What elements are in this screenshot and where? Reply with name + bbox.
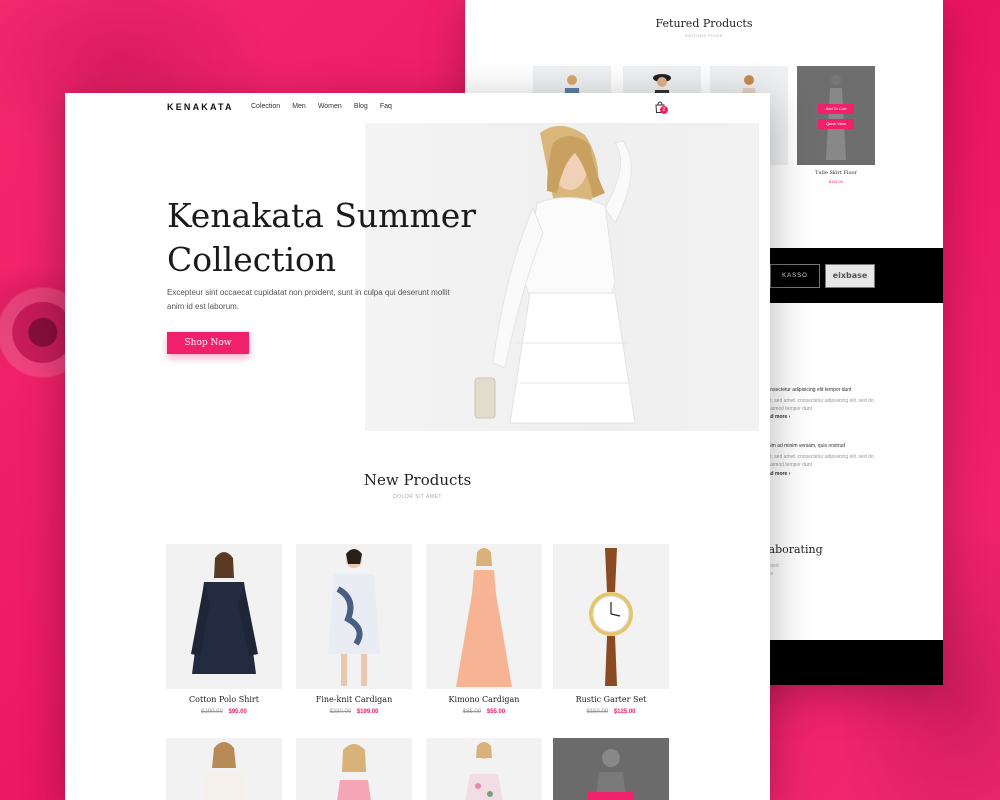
product-name[interactable]: Rustic Garter Set — [553, 695, 669, 704]
gown-illustration — [456, 548, 512, 687]
product-prices: $230.00 $199.00 — [296, 709, 412, 715]
sale-price: $55.00 — [486, 709, 506, 715]
watch-illustration — [589, 548, 633, 686]
product-image-hover[interactable] — [553, 738, 669, 800]
sale-price: $199.00 — [356, 709, 379, 715]
blog-excerpt: elit, sed amet, consectetur adipisicing … — [765, 454, 874, 468]
logo[interactable]: KENAKATA — [167, 102, 234, 112]
old-price: $230.00 — [329, 709, 352, 715]
sale-price: $125.00 — [613, 709, 636, 715]
product-card[interactable]: Kimono Cardigan $85.00 $55.00 — [426, 544, 542, 715]
product-prices: $100.00 $95.00 — [166, 709, 282, 715]
blog-headline[interactable]: consectetur adipisicing elit tempor dunt — [765, 387, 851, 393]
hero-description: Excepteur sint occaecat cupidatat non pr… — [167, 288, 450, 311]
cart-count-badge: 2 — [660, 106, 668, 114]
brand-logo: eixbase — [825, 264, 875, 288]
hero-title-line: Collection — [167, 240, 337, 279]
featured-title: Fetured Products — [655, 17, 753, 30]
main-nav: Colection Men Women Blog Faq — [251, 103, 392, 110]
new-products-subtitle: DOLOR SIT AMET — [393, 494, 442, 500]
model-figure — [337, 744, 371, 800]
featured-card-hover[interactable]: Add To Cart Quick View — [797, 66, 875, 165]
product-image[interactable] — [426, 738, 542, 800]
model-figure — [465, 742, 503, 800]
product-image[interactable] — [426, 544, 542, 689]
old-price: $150.00 — [586, 709, 609, 715]
product-name[interactable]: Cotton Polo Shirt — [166, 695, 282, 704]
product-name[interactable]: Kimono Cardigan — [426, 695, 542, 704]
product-name[interactable]: Fine-knit Cardigan — [296, 695, 412, 704]
product-image[interactable] — [166, 544, 282, 689]
brand-logo: KASSO — [770, 264, 820, 288]
product-card[interactable]: Rustic Garter Set $150.00 $125.00 — [553, 544, 669, 715]
add-to-cart-button[interactable]: Add To Cart — [818, 104, 854, 114]
coat-illustration — [191, 552, 258, 674]
featured-product-name: Tulle Skirt Floor — [815, 170, 857, 176]
product-image[interactable] — [296, 738, 412, 800]
product-card[interactable]: Fine-knit Cardigan $230.00 $199.00 — [296, 544, 412, 715]
nav-item-men[interactable]: Men — [292, 103, 306, 110]
nav-item-collection[interactable]: Colection — [251, 103, 280, 110]
product-prices: $150.00 $125.00 — [553, 709, 669, 715]
featured-product-price: $115.00 — [828, 179, 844, 184]
product-prices: $85.00 $55.00 — [426, 709, 542, 715]
nav-item-women[interactable]: Women — [318, 103, 342, 110]
front-mockup-page: KENAKATA Colection Men Women Blog Faq 2 … — [65, 93, 770, 800]
shop-now-button[interactable]: Shop Now — [167, 332, 249, 354]
new-products-title: New Products — [363, 471, 472, 489]
product-image[interactable] — [166, 738, 282, 800]
model-figure — [826, 75, 846, 160]
model-figure — [595, 749, 627, 800]
nav-item-blog[interactable]: Blog — [354, 103, 368, 110]
product-image[interactable] — [296, 544, 412, 689]
old-price: $100.00 — [201, 709, 223, 715]
dress-illustration — [328, 549, 380, 686]
blog-headline[interactable]: enim ad minim veniam, quis nostrud — [765, 443, 845, 449]
hero-title: Kenakata Summer Collection — [167, 194, 497, 282]
quick-view-button[interactable]: Quick View — [818, 119, 854, 129]
blog-excerpt: elit, sed amet, consectetur adipisicing … — [765, 398, 874, 412]
add-to-cart-button[interactable] — [588, 792, 634, 800]
old-price: $85.00 — [462, 709, 482, 715]
model-figure — [201, 742, 247, 800]
section-heading: laborating — [765, 543, 823, 556]
featured-subtitle: EDITORS PICKS — [685, 33, 723, 38]
product-card[interactable]: Cotton Polo Shirt $100.00 $95.00 — [166, 544, 282, 715]
hero-title-line: Kenakata Summer — [167, 196, 477, 235]
sale-price: $95.00 — [228, 709, 247, 715]
product-image[interactable] — [553, 544, 669, 689]
nav-item-faq[interactable]: Faq — [380, 103, 392, 110]
